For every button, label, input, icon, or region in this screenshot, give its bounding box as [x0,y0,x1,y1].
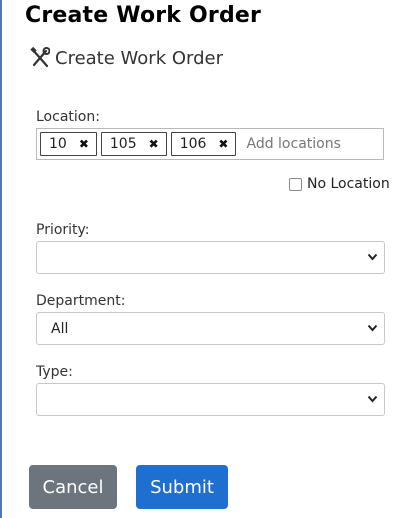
form-header: Create Work Order [30,46,223,69]
chevron-down-icon [367,324,378,332]
cancel-button[interactable]: Cancel [29,465,117,509]
priority-label: Priority: [36,222,90,238]
type-select[interactable] [36,383,385,416]
location-tag-label: 105 [109,136,137,152]
tag-remove-icon[interactable]: ✖ [79,137,89,151]
no-location-checkbox[interactable] [289,177,302,191]
left-border [0,0,2,518]
window-title: Create Work Order [25,3,262,28]
tools-icon [30,46,51,69]
priority-select[interactable] [36,241,385,274]
tag-remove-icon[interactable]: ✖ [149,137,159,151]
location-tag: 105 ✖ [100,132,167,156]
location-tag-label: 10 [49,136,67,152]
submit-button[interactable]: Submit [136,465,228,509]
location-label: Location: [36,109,100,125]
type-label: Type: [36,364,73,380]
department-select[interactable]: All [36,312,385,345]
form-header-title: Create Work Order [55,47,223,69]
chevron-down-icon [367,395,378,403]
chevron-down-icon [367,253,378,261]
add-locations-input[interactable] [246,136,357,152]
location-tag: 106 ✖ [170,132,237,156]
tag-remove-icon[interactable]: ✖ [218,137,228,151]
department-value: All [51,320,69,337]
location-tag: 10 ✖ [40,132,97,156]
location-tags-input[interactable]: 10 ✖ 105 ✖ 106 ✖ [36,128,384,160]
no-location-label: No Location [307,176,390,192]
no-location-option[interactable]: No Location [289,176,390,192]
location-tag-label: 106 [179,136,207,152]
department-label: Department: [36,293,126,309]
